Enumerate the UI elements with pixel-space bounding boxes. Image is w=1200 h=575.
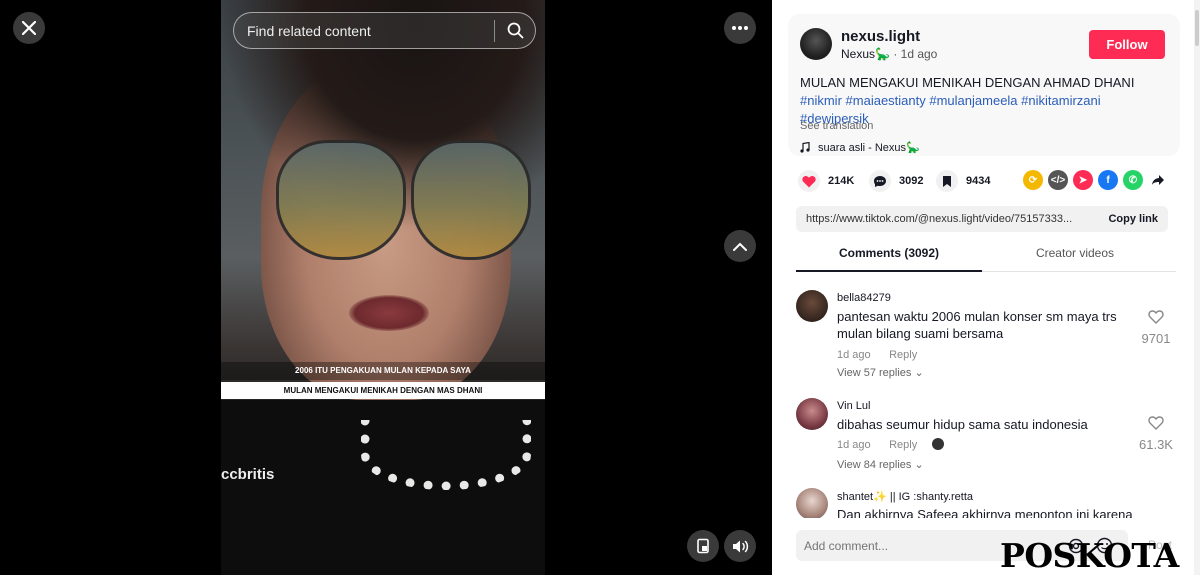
author-nickname: Nexus🦕 [841, 47, 890, 61]
embed-icon[interactable]: </> [1048, 170, 1068, 190]
comment-bubble-icon [869, 170, 891, 192]
bookmark-icon [936, 170, 958, 192]
like-action[interactable]: 214K [798, 170, 854, 192]
avatar[interactable] [796, 488, 828, 518]
comment-username[interactable]: shantet✨ || IG :shanty.retta [837, 490, 973, 503]
comment-like-count: 61.3K [1139, 437, 1173, 452]
save-count: 9434 [966, 175, 991, 187]
picture-in-picture-button[interactable] [687, 530, 719, 562]
post-info-card: nexus.light Nexus🦕 · 1d ago Follow MULAN… [788, 14, 1180, 156]
hashtag[interactable]: #nikmir [800, 93, 842, 108]
close-button[interactable] [13, 12, 45, 44]
music-title: suara asli - Nexus🦕 [818, 142, 920, 154]
meta-separator: · [893, 47, 901, 61]
video-watermark: ccbritis [221, 466, 275, 483]
search-icon [507, 22, 523, 39]
repost-icon[interactable]: ⟳ [1023, 170, 1043, 190]
more-dots-icon [732, 26, 748, 30]
follow-button[interactable]: Follow [1089, 30, 1165, 59]
heart-outline-icon [1148, 416, 1164, 430]
comment-count: 3092 [899, 175, 924, 187]
chevron-down-icon: ⌄ [914, 459, 924, 471]
tab-creator-videos[interactable]: Creator videos [982, 246, 1168, 272]
chevron-down-icon: ⌄ [914, 367, 924, 379]
save-action[interactable]: 9434 [936, 170, 990, 192]
creator-liked-avatar [931, 437, 944, 450]
volume-icon [732, 540, 748, 552]
comment-username[interactable]: Vin Lul [837, 400, 870, 412]
heart-icon [798, 170, 820, 192]
video-frame-pearl-necklace [361, 420, 531, 490]
close-icon [22, 21, 36, 35]
comment-list: bella84279 pantesan waktu 2006 mulan kon… [796, 290, 1176, 518]
like-count: 214K [828, 175, 855, 187]
action-bar: 214K 3092 9434 ⟳ </> ➤ f ✆ [788, 170, 1180, 192]
reply-button[interactable]: Reply [889, 349, 917, 361]
heart-outline-icon [1148, 310, 1164, 324]
copy-link-button[interactable]: Copy link [1108, 213, 1158, 225]
more-options-button[interactable] [724, 12, 756, 44]
comment-time: 1d ago [837, 439, 871, 451]
scrollbar-thumb[interactable] [1195, 10, 1199, 46]
tab-comments[interactable]: Comments (3092) [796, 246, 982, 272]
video-caption-top: 2006 ITU PENGAKUAN MULAN KEPADA SAYA [221, 362, 545, 380]
send-to-friends-icon[interactable]: ➤ [1073, 170, 1093, 190]
music-link[interactable]: suara asli - Nexus🦕 [800, 141, 920, 154]
chevron-up-icon [733, 242, 747, 251]
video-player[interactable]: 2006 ITU PENGAKUAN MULAN KEPADA SAYA MUL… [221, 0, 545, 575]
volume-button[interactable] [724, 530, 756, 562]
view-replies-button[interactable]: View 84 replies ⌄ [837, 458, 924, 471]
floating-player-icon [697, 538, 709, 554]
previous-video-button[interactable] [724, 230, 756, 262]
author-avatar[interactable] [800, 28, 832, 60]
video-frame-lips [349, 295, 429, 331]
video-stage: 2006 ITU PENGAKUAN MULAN KEPADA SAYA MUL… [0, 0, 772, 575]
video-url[interactable]: https://www.tiktok.com/@nexus.light/vide… [806, 213, 1072, 225]
music-note-icon [800, 142, 810, 153]
comment-text: dibahas seumur hidup sama satu indonesia [837, 417, 1088, 432]
avatar[interactable] [796, 290, 828, 322]
view-replies-button[interactable]: View 57 replies ⌄ [837, 366, 924, 379]
details-panel: nexus.light Nexus🦕 · 1d ago Follow MULAN… [772, 0, 1200, 575]
comment-time: 1d ago [837, 349, 871, 361]
comment-like-button[interactable]: 61.3K [1136, 416, 1176, 452]
hashtag[interactable]: #mulanjameela [929, 93, 1017, 108]
comment-item: Vin Lul dibahas seumur hidup sama satu i… [796, 398, 1176, 488]
see-translation-link[interactable]: See translation [800, 120, 873, 132]
author-meta: Nexus🦕 · 1d ago [841, 47, 937, 61]
comment-item: bella84279 pantesan waktu 2006 mulan kon… [796, 290, 1176, 398]
video-caption-bottom: MULAN MENGAKUI MENIKAH DENGAN MAS DHANI [221, 382, 545, 399]
hashtag[interactable]: #nikitamirzani [1021, 93, 1100, 108]
poskota-watermark-logo: POSKOTA [1000, 536, 1179, 575]
facebook-icon[interactable]: f [1098, 170, 1118, 190]
comment-username[interactable]: bella84279 [837, 292, 891, 304]
author-username[interactable]: nexus.light [841, 28, 920, 45]
comment-text: Dan akhirnya Safeea akhirnya menonton in… [837, 507, 1133, 518]
view-replies-label: View 84 replies [837, 459, 912, 471]
comment-item: shantet✨ || IG :shanty.retta Dan akhirny… [796, 488, 1176, 518]
comment-tabs: Comments (3092) Creator videos [796, 246, 1176, 272]
tiktok-video-viewer: 2006 ITU PENGAKUAN MULAN KEPADA SAYA MUL… [0, 0, 1200, 575]
comment-meta: 1d ago Reply [837, 435, 944, 453]
reply-button[interactable]: Reply [889, 439, 917, 451]
video-frame-sunglasses-left [276, 140, 406, 260]
view-replies-label: View 57 replies [837, 367, 912, 379]
hashtag[interactable]: #maiaestianty [846, 93, 926, 108]
video-frame-sunglasses-right [411, 140, 531, 260]
comment-text: pantesan waktu 2006 mulan konser sm maya… [837, 309, 1117, 341]
description-text: MULAN MENGAKUI MENIKAH DENGAN AHMAD DHAN… [800, 75, 1135, 90]
comment-meta: 1d ago Reply [837, 345, 917, 363]
comment-like-count: 9701 [1141, 331, 1171, 346]
search-button[interactable] [495, 12, 535, 49]
search-input[interactable] [234, 22, 494, 39]
share-link-box: https://www.tiktok.com/@nexus.light/vide… [796, 206, 1168, 232]
share-arrow-icon[interactable] [1148, 170, 1168, 190]
comment-like-button[interactable]: 9701 [1136, 310, 1176, 346]
whatsapp-icon[interactable]: ✆ [1123, 170, 1143, 190]
search-bar [233, 12, 536, 49]
avatar[interactable] [796, 398, 828, 430]
post-time: 1d ago [900, 47, 938, 61]
comment-action[interactable]: 3092 [869, 170, 923, 192]
panel-scrollbar[interactable] [1194, 0, 1200, 575]
